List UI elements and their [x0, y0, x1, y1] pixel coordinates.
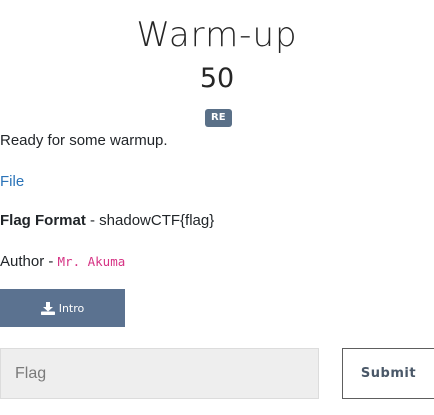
- category-badge: RE: [205, 109, 232, 127]
- intro-download-button[interactable]: Intro: [0, 289, 125, 327]
- submit-button[interactable]: Submit: [342, 348, 434, 399]
- challenge-description: Ready for some warmup.: [0, 132, 168, 149]
- flag-format-value: - shadowCTF{flag}: [85, 212, 215, 229]
- author-name: Mr. Akuma: [57, 254, 126, 269]
- author-label: Author -: [0, 253, 58, 270]
- file-link[interactable]: File: [0, 172, 24, 192]
- author-line: Author - Mr. Akuma: [0, 252, 125, 272]
- challenge-title: Warm-up: [136, 15, 298, 55]
- flag-input[interactable]: [0, 348, 319, 399]
- flag-format-label: Flag Format: [0, 212, 86, 229]
- flag-format-line: Flag Format - shadowCTF{flag}: [0, 211, 214, 231]
- intro-label: Intro: [58, 301, 85, 315]
- download-icon: [40, 301, 55, 315]
- challenge-points: 50: [199, 63, 235, 94]
